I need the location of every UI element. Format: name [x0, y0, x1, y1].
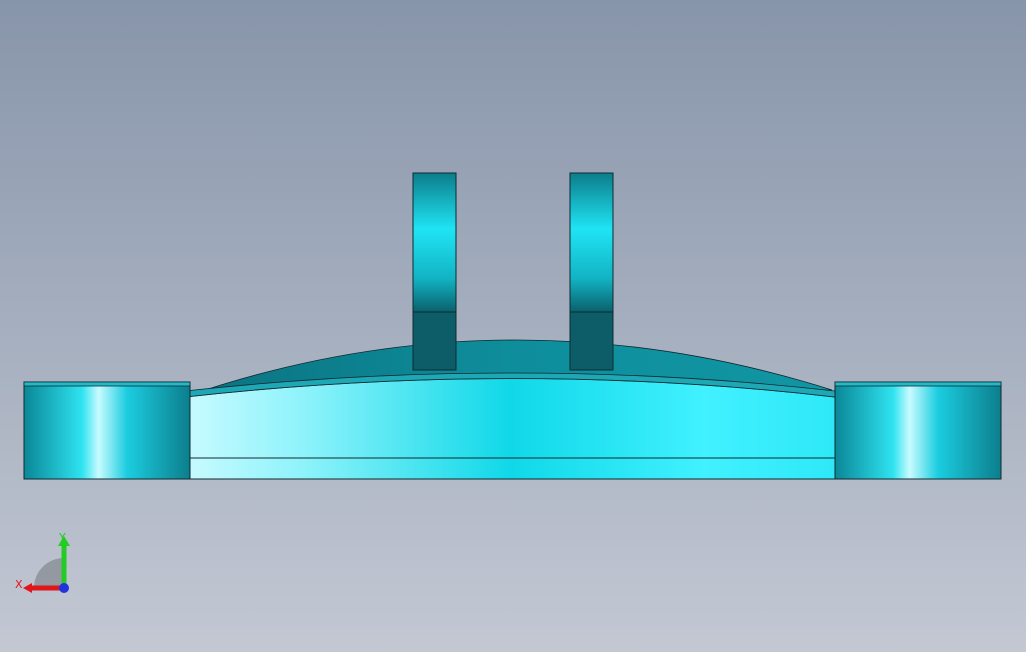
main-plate	[184, 372, 836, 480]
orientation-triad: Y X	[15, 531, 70, 593]
right-boss	[834, 381, 1002, 480]
y-axis-label: Y	[58, 531, 66, 544]
triad-arc-icon	[34, 558, 64, 588]
right-lug	[569, 172, 614, 371]
x-axis-head-icon	[23, 583, 32, 593]
left-lug	[412, 172, 457, 371]
left-boss	[23, 381, 191, 480]
x-axis-label: X	[15, 578, 23, 591]
part-model[interactable]	[0, 0, 1026, 652]
graphics-viewport[interactable]: Y X	[0, 0, 1026, 652]
z-axis-icon	[59, 583, 69, 593]
